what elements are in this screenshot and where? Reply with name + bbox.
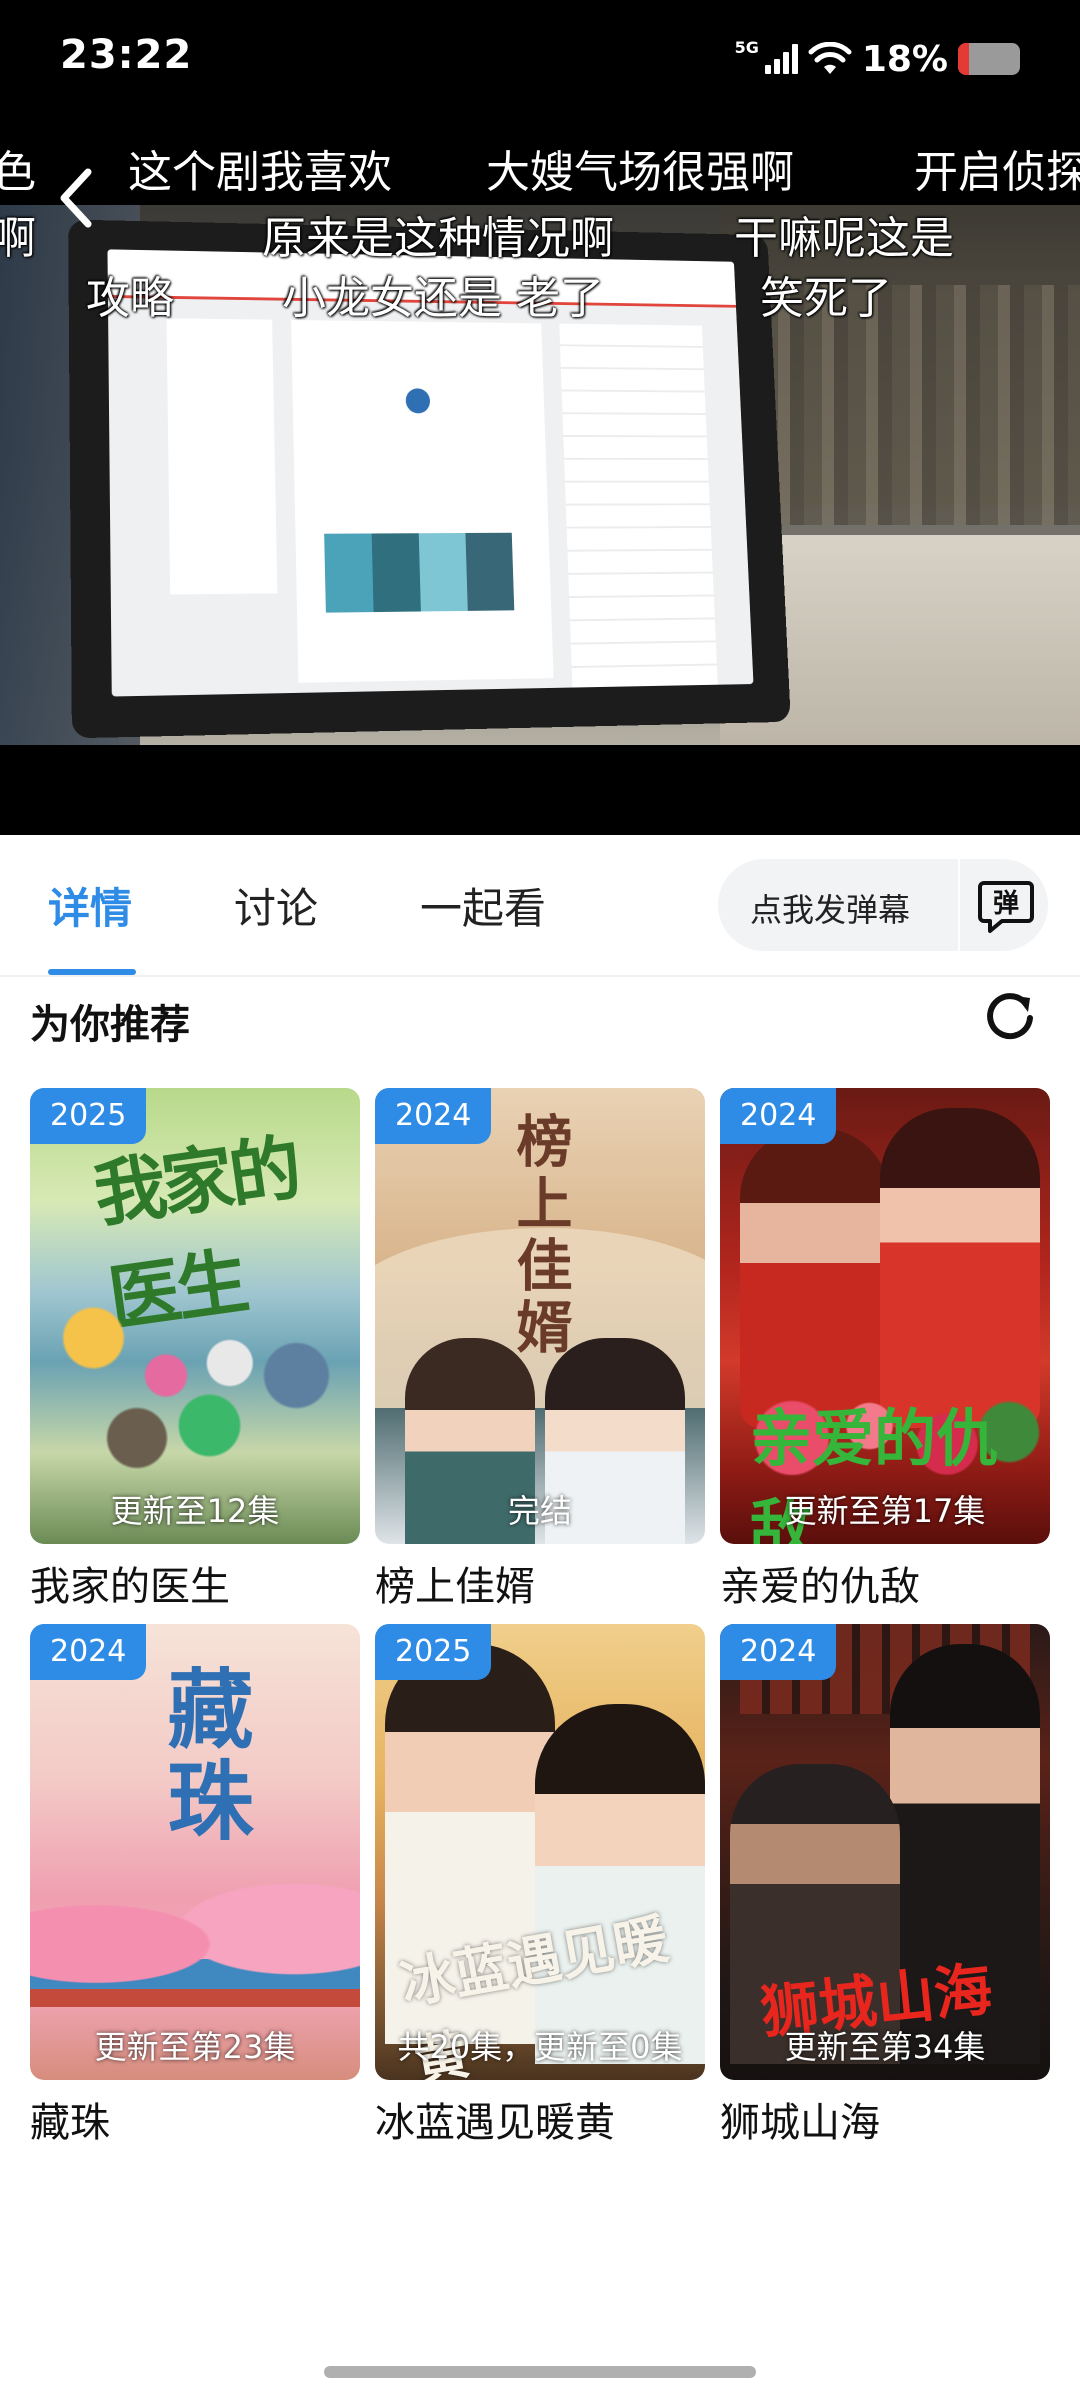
card-title[interactable]: 冰蓝遇见暖黄 <box>375 2090 705 2148</box>
poster-palace-art <box>30 1884 360 2034</box>
poster[interactable]: 亲爱的仇敌 2024 更新至第17集 <box>720 1088 1050 1544</box>
poster[interactable]: 我家的医生 2025 更新至12集 <box>30 1088 360 1544</box>
danmaku-input[interactable]: 点我发弹幕 弹 <box>718 859 1048 951</box>
tab-details[interactable]: 详情 <box>48 875 132 936</box>
episode-label: 完结 <box>507 1492 572 1530</box>
signal-icon <box>764 44 798 74</box>
video-player[interactable]: 色 啊 这个剧我喜欢 大嫂气场很强啊 开启侦探 原来是这种情况啊 干嘛呢这是 攻… <box>0 120 1080 835</box>
recommend-card[interactable]: 我家的医生 2025 更新至12集 我家的医生 <box>30 1088 360 1612</box>
refresh-icon[interactable] <box>982 988 1038 1044</box>
danmaku-divider <box>958 859 960 951</box>
detail-tabs: 详情 讨论 一起看 点我发弹幕 弹 <box>0 835 1080 977</box>
danmaku-item: 色 <box>0 147 36 198</box>
status-icons: 5G 18% <box>735 34 1020 84</box>
episode-label: 更新至第34集 <box>784 2028 986 2066</box>
episode-label: 共20集，更新至0集 <box>397 2028 683 2066</box>
poster[interactable]: 榜上佳婿 2024 完结 <box>375 1088 705 1544</box>
status-bar: 23:22 5G 18% <box>0 0 1080 120</box>
recommend-card[interactable]: 亲爱的仇敌 2024 更新至第17集 亲爱的仇敌 <box>720 1088 1050 1612</box>
danmaku-item: 啊 <box>0 213 36 264</box>
danmaku-toggle-label: 弹 <box>993 889 1019 919</box>
poster[interactable]: 藏珠 2024 更新至第23集 <box>30 1624 360 2080</box>
card-title[interactable]: 亲爱的仇敌 <box>720 1554 1050 1612</box>
back-button[interactable] <box>46 158 106 238</box>
card-title[interactable]: 我家的医生 <box>30 1554 360 1612</box>
screen-photos <box>324 532 515 613</box>
danmaku-item: 这个剧我喜欢 <box>128 147 392 198</box>
screen-info-icon <box>405 388 431 414</box>
chevron-left-icon <box>60 168 92 228</box>
danmaku-item: 干嘛呢这是 <box>734 213 954 264</box>
danmaku-item: 小龙女还是 老了 <box>282 273 604 324</box>
battery-percent: 18% <box>861 38 948 80</box>
year-badge: 2025 <box>30 1088 147 1144</box>
poster[interactable]: 冰蓝遇见暖黄 2025 共20集，更新至0集 <box>375 1624 705 2080</box>
battery-fill <box>958 43 970 75</box>
danmaku-item: 大嫂气场很强啊 <box>486 147 794 198</box>
recommend-card[interactable]: 冰蓝遇见暖黄 2025 共20集，更新至0集 冰蓝遇见暖黄 <box>375 1624 705 2148</box>
screen-sidebar <box>166 318 278 595</box>
poster-cast-art <box>50 1238 340 1488</box>
recommend-card[interactable]: 狮城山海 2024 更新至第34集 狮城山海 <box>720 1624 1050 2148</box>
card-title[interactable]: 藏珠 <box>30 2090 360 2148</box>
screen-list <box>559 323 718 688</box>
home-indicator[interactable] <box>324 2366 756 2378</box>
recommend-card[interactable]: 榜上佳婿 2024 完结 榜上佳婿 <box>375 1088 705 1612</box>
episode-label: 更新至第23集 <box>94 2028 296 2066</box>
year-badge: 2024 <box>720 1088 837 1144</box>
poster[interactable]: 狮城山海 2024 更新至第34集 <box>720 1624 1050 2080</box>
year-badge: 2024 <box>30 1624 147 1680</box>
danmaku-toggle-icon[interactable]: 弹 <box>976 875 1036 935</box>
episode-label: 更新至12集 <box>110 1492 280 1530</box>
tab-discussion[interactable]: 讨论 <box>234 875 318 936</box>
poster-art-title: 榜上佳婿 <box>507 1112 573 1360</box>
danmaku-item: 原来是这种情况啊 <box>262 213 614 264</box>
recommend-card[interactable]: 藏珠 2024 更新至第23集 藏珠 <box>30 1624 360 2148</box>
danmaku-item: 笑死了 <box>760 273 892 324</box>
danmaku-item: 开启侦探 <box>914 147 1080 198</box>
card-title[interactable]: 榜上佳婿 <box>375 1554 705 1612</box>
section-title: 为你推荐 <box>30 1002 190 1048</box>
danmaku-item: 攻略 <box>86 273 174 324</box>
year-badge: 2025 <box>375 1624 492 1680</box>
status-time: 23:22 <box>60 32 193 78</box>
screen-main <box>291 319 554 683</box>
card-title[interactable]: 狮城山海 <box>720 2090 1050 2148</box>
poster-art-title: 藏珠 <box>152 1664 253 1848</box>
active-tab-indicator <box>48 969 136 975</box>
network-type: 5G <box>734 38 759 57</box>
year-badge: 2024 <box>375 1088 492 1144</box>
year-badge: 2024 <box>720 1624 837 1680</box>
episode-label: 更新至第17集 <box>784 1492 986 1530</box>
battery-icon <box>958 43 1020 75</box>
wifi-icon <box>808 42 852 74</box>
danmaku-input-placeholder: 点我发弹幕 <box>750 891 911 929</box>
tab-watch-together[interactable]: 一起看 <box>420 875 546 936</box>
